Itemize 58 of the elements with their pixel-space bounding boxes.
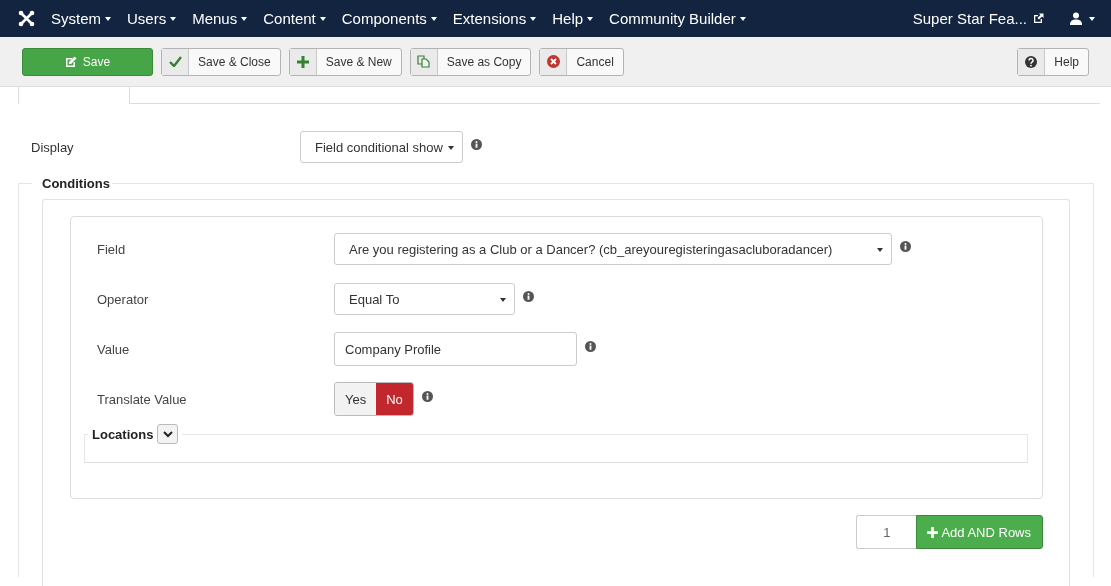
caret-icon [105, 16, 111, 21]
edit-icon [64, 55, 77, 68]
dropdown[interactable]: Are you registering as a Club or a Dancer? (cb_areyouregisteringasacluboradancer) [334, 233, 892, 265]
dropdown[interactable]: Equal To [334, 283, 515, 315]
nav-menu[interactable]: Components [341, 10, 437, 27]
section-legend: Locations [92, 426, 154, 442]
copy-icon [417, 55, 431, 68]
display-select[interactable]: Field conditional show [300, 131, 463, 163]
field-label: Field [97, 241, 127, 257]
external-link-icon [1033, 13, 1044, 24]
site-link[interactable]: Super Star Fea... [912, 10, 1044, 27]
nav-menu[interactable]: Extensions [452, 10, 537, 27]
close-icon [546, 55, 560, 68]
check-icon [168, 56, 182, 67]
plus-icon [927, 526, 939, 538]
row-count-field[interactable]: 1 [856, 515, 917, 549]
caret-icon [739, 16, 746, 21]
flower-logo-icon[interactable] [18, 10, 35, 27]
caret-icon [530, 16, 537, 21]
caret-icon [430, 16, 437, 21]
help-button[interactable]: Help [1017, 47, 1089, 76]
toggle-option[interactable]: Yes [335, 383, 377, 415]
expand-button[interactable] [157, 424, 179, 444]
info-icon[interactable] [900, 240, 911, 252]
nav-menu[interactable]: Help [552, 10, 594, 27]
nav-menu[interactable]: System [51, 10, 111, 27]
toggle-option[interactable]: No [376, 383, 413, 415]
value-field[interactable]: Company Profile [334, 332, 577, 366]
toolbar-button[interactable]: Save & New [288, 47, 402, 76]
user-icon [1070, 12, 1082, 25]
caret-icon [448, 146, 454, 150]
caret-icon [170, 16, 177, 21]
caret-icon [500, 298, 506, 302]
toolbar-button[interactable]: Save as Copy [409, 47, 532, 76]
info-icon[interactable] [421, 390, 433, 402]
info-icon[interactable] [585, 340, 596, 352]
field-label: Value [97, 341, 131, 357]
caret-icon [319, 16, 326, 21]
info-icon[interactable] [523, 290, 534, 302]
field-label: Translate Value [97, 391, 188, 407]
caret-icon [241, 16, 248, 21]
info-icon[interactable] [471, 138, 482, 150]
user-menu[interactable] [1070, 12, 1095, 25]
section-legend: Conditions [32, 176, 112, 191]
nav-menu[interactable]: Community Builder [609, 10, 746, 27]
caret-icon [1089, 16, 1095, 21]
help-icon [1025, 55, 1038, 68]
field-label: Display [31, 139, 75, 155]
nav-menu[interactable]: Users [127, 10, 177, 27]
toolbar-button[interactable]: Cancel [539, 47, 624, 76]
nav-menu[interactable]: Menus [192, 10, 248, 27]
caret-icon [877, 248, 883, 252]
nav-menu[interactable]: Content [263, 10, 326, 27]
toolbar-button[interactable]: Save & Close [161, 47, 281, 76]
chevron-down-icon [162, 430, 173, 438]
plus-icon [296, 55, 309, 68]
caret-icon [587, 16, 594, 21]
field-label: Operator [97, 291, 150, 307]
